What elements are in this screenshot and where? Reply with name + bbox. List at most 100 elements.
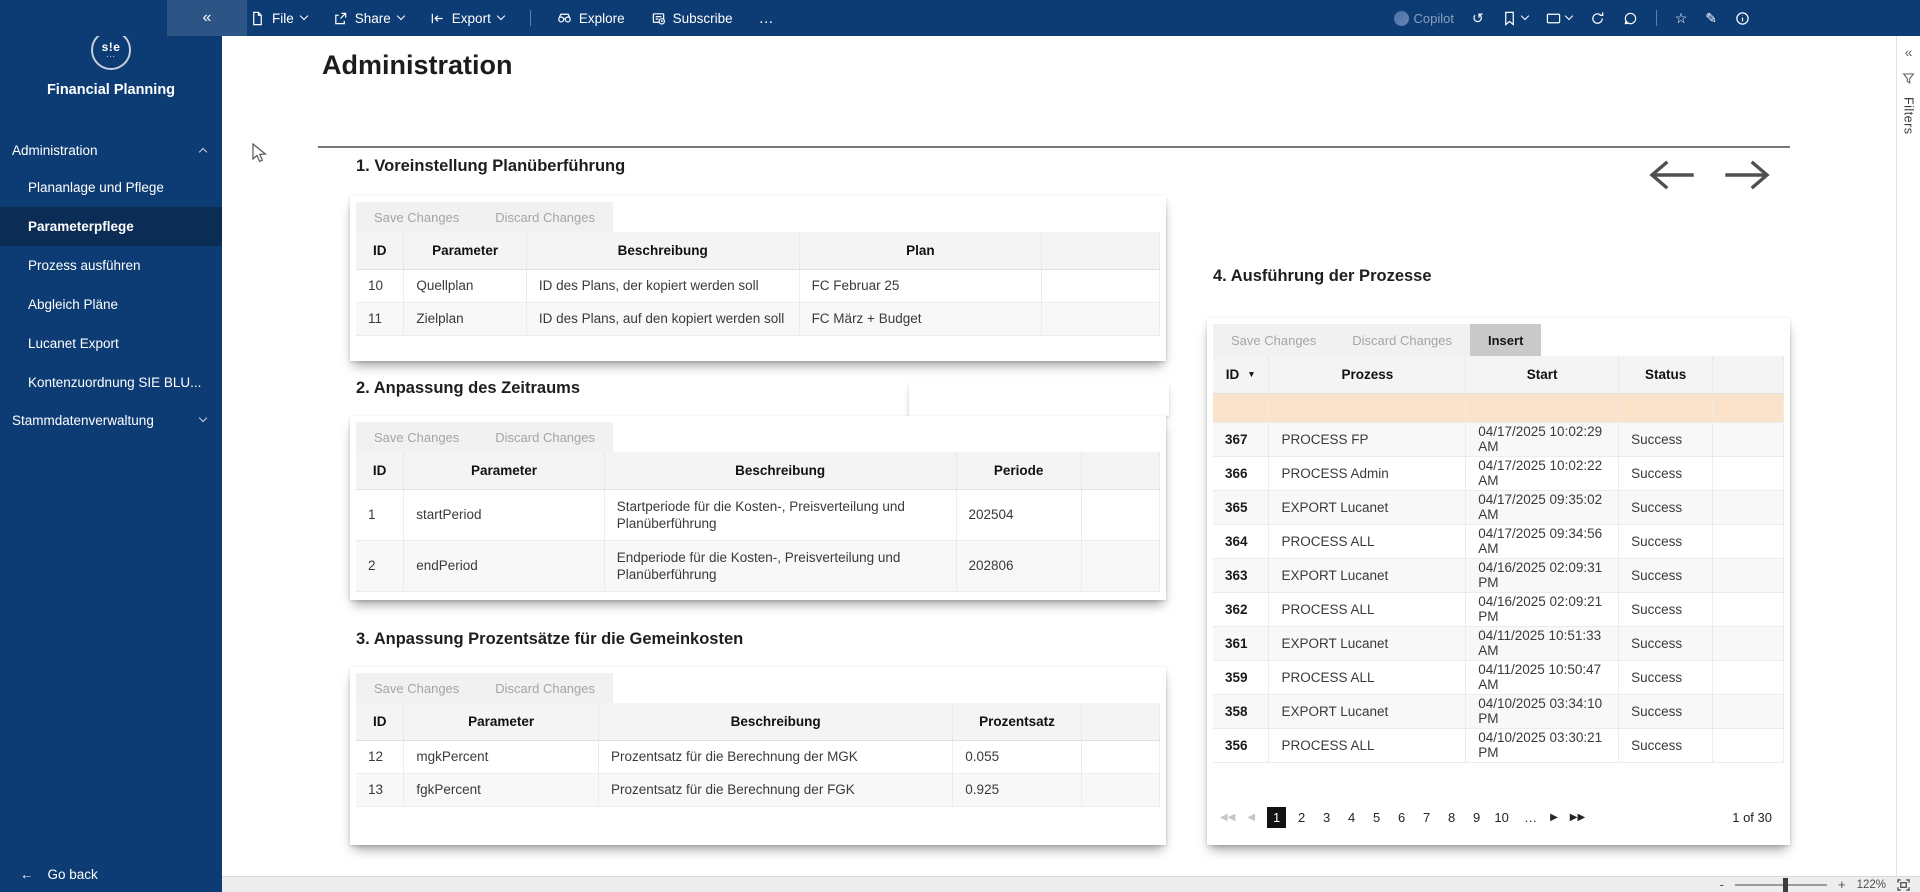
page-button-5[interactable]: 5 [1367, 807, 1386, 828]
table-cell[interactable] [1713, 626, 1784, 660]
insert-cell[interactable] [1466, 393, 1619, 422]
sort-descending-icon[interactable]: ▼ [1247, 369, 1255, 379]
table-row[interactable]: 361EXPORT Lucanet04/11/2025 10:51:33 AMS… [1213, 626, 1784, 660]
discard-changes-button[interactable]: Discard Changes [477, 422, 613, 452]
table-row[interactable]: 365EXPORT Lucanet04/17/2025 09:35:02 AMS… [1213, 490, 1784, 524]
table-cell[interactable]: PROCESS ALL [1269, 592, 1466, 626]
zoom-slider[interactable] [1735, 884, 1827, 886]
column-header-parameter[interactable]: Parameter [404, 703, 599, 740]
table-row[interactable]: 13fgkPercentProzentsatz für die Berechnu… [356, 773, 1160, 806]
table-cell[interactable]: 04/10/2025 03:30:21 PM [1466, 728, 1619, 762]
table-cell[interactable]: Prozentsatz für die Berechnung der FGK [598, 773, 952, 806]
filter-icon[interactable] [1902, 72, 1915, 85]
table-cell[interactable]: 04/16/2025 02:09:21 PM [1466, 592, 1619, 626]
table-cell[interactable]: 356 [1213, 728, 1269, 762]
view-menu-button[interactable] [1546, 11, 1572, 26]
share-menu[interactable]: Share [333, 0, 404, 36]
last-page-button[interactable]: ▶▶ [1567, 812, 1588, 823]
table-cell[interactable]: Success [1619, 728, 1713, 762]
table-cell[interactable]: 10 [356, 269, 404, 302]
table-cell[interactable]: Endperiode für die Kosten-, Preisverteil… [604, 540, 956, 591]
table-cell[interactable]: 13 [356, 773, 404, 806]
table-cell[interactable] [1713, 490, 1784, 524]
table-cell[interactable]: 0.055 [953, 740, 1081, 773]
table-cell[interactable]: EXPORT Lucanet [1269, 490, 1466, 524]
table-cell[interactable]: PROCESS ALL [1269, 524, 1466, 558]
filters-pane-collapsed[interactable]: « Filters [1896, 36, 1920, 876]
table-cell[interactable]: EXPORT Lucanet [1269, 558, 1466, 592]
table-cell[interactable]: 1 [356, 489, 404, 540]
bookmarks-button[interactable] [1502, 11, 1528, 26]
table-cell[interactable] [1081, 773, 1159, 806]
file-menu[interactable]: File [250, 0, 307, 36]
table-cell[interactable]: startPeriod [404, 489, 604, 540]
table-row[interactable]: 364PROCESS ALL04/17/2025 09:34:56 AMSucc… [1213, 524, 1784, 558]
export-menu[interactable]: Export [430, 0, 504, 36]
table-cell[interactable]: 363 [1213, 558, 1269, 592]
table-cell[interactable]: Success [1619, 456, 1713, 490]
table-cell[interactable]: PROCESS ALL [1269, 728, 1466, 762]
page-button-8[interactable]: 8 [1442, 807, 1461, 828]
page-button-4[interactable]: 4 [1342, 807, 1361, 828]
table-row[interactable]: 1startPeriodStartperiode für die Kosten-… [356, 489, 1160, 540]
table-cell[interactable]: 11 [356, 302, 404, 335]
save-changes-button[interactable]: Save Changes [356, 202, 477, 232]
column-header-prozentsatz[interactable]: Prozentsatz [953, 703, 1081, 740]
column-header-beschreibung[interactable]: Beschreibung [598, 703, 952, 740]
zoom-out-button[interactable]: - [1720, 878, 1724, 892]
table-cell[interactable]: 365 [1213, 490, 1269, 524]
table-cell[interactable]: Success [1619, 626, 1713, 660]
next-page-button[interactable]: ▶ [1547, 812, 1561, 823]
table-cell[interactable]: mgkPercent [404, 740, 599, 773]
table-cell[interactable]: 0.925 [953, 773, 1081, 806]
column-header-id[interactable]: ID [356, 232, 404, 269]
table-cell[interactable]: 04/16/2025 02:09:31 PM [1466, 558, 1619, 592]
table-row[interactable]: 358EXPORT Lucanet04/10/2025 03:34:10 PMS… [1213, 694, 1784, 728]
table-cell[interactable]: Prozentsatz für die Berechnung der MGK [598, 740, 952, 773]
column-header-id[interactable]: ID ▼ [1213, 356, 1269, 393]
table-cell[interactable]: Success [1619, 558, 1713, 592]
column-header-id[interactable]: ID [356, 452, 404, 489]
discard-changes-button[interactable]: Discard Changes [477, 673, 613, 703]
table-cell[interactable]: EXPORT Lucanet [1269, 694, 1466, 728]
zoom-in-button[interactable]: + [1838, 878, 1846, 892]
table-cell[interactable]: PROCESS ALL [1269, 660, 1466, 694]
edit-button[interactable]: ✎ [1705, 10, 1717, 27]
column-header-beschreibung[interactable]: Beschreibung [526, 232, 799, 269]
zoom-slider-handle[interactable] [1783, 878, 1788, 892]
table-cell[interactable]: FC März + Budget [799, 302, 1042, 335]
insert-button[interactable]: Insert [1470, 324, 1541, 356]
table-cell[interactable]: PROCESS Admin [1269, 456, 1466, 490]
table-cell[interactable]: 358 [1213, 694, 1269, 728]
table-cell[interactable]: 04/10/2025 03:34:10 PM [1466, 694, 1619, 728]
reset-default-view-button[interactable]: ↺ [1472, 10, 1484, 27]
sidebar-item-lucanet-export[interactable]: Lucanet Export [0, 324, 222, 363]
table-cell[interactable]: ID des Plans, auf den kopiert werden sol… [526, 302, 799, 335]
table-cell[interactable] [1713, 728, 1784, 762]
save-changes-button[interactable]: Save Changes [1213, 324, 1334, 356]
table-cell[interactable]: 04/17/2025 10:02:29 AM [1466, 422, 1619, 456]
table-row[interactable]: 367PROCESS FP04/17/2025 10:02:29 AMSucce… [1213, 422, 1784, 456]
go-back-button[interactable]: ← Go back [0, 867, 222, 882]
table-cell[interactable]: Success [1619, 660, 1713, 694]
table-row[interactable]: 363EXPORT Lucanet04/16/2025 02:09:31 PMS… [1213, 558, 1784, 592]
expand-filters-icon[interactable]: « [1905, 44, 1913, 60]
column-header-plan[interactable]: Plan [799, 232, 1042, 269]
table-cell[interactable] [1713, 456, 1784, 490]
table-cell[interactable]: Success [1619, 490, 1713, 524]
page-button-3[interactable]: 3 [1317, 807, 1336, 828]
sidebar-item-plananlage-und-pflege[interactable]: Plananlage und Pflege [0, 168, 222, 207]
subscribe-menu[interactable]: Subscribe [651, 0, 733, 36]
table-cell[interactable]: 2 [356, 540, 404, 591]
sidebar-section-administration[interactable]: Administration [0, 132, 222, 168]
table-cell[interactable]: 12 [356, 740, 404, 773]
insert-cell[interactable] [1619, 393, 1713, 422]
table-row[interactable]: 356PROCESS ALL04/10/2025 03:30:21 PMSucc… [1213, 728, 1784, 762]
table-cell[interactable] [1713, 422, 1784, 456]
page-button-6[interactable]: 6 [1392, 807, 1411, 828]
page-button-7[interactable]: 7 [1417, 807, 1436, 828]
column-header-id[interactable]: ID [356, 703, 404, 740]
table-cell[interactable] [1713, 524, 1784, 558]
first-page-button[interactable]: ◀◀ [1217, 812, 1238, 823]
column-header-parameter[interactable]: Parameter [404, 452, 604, 489]
